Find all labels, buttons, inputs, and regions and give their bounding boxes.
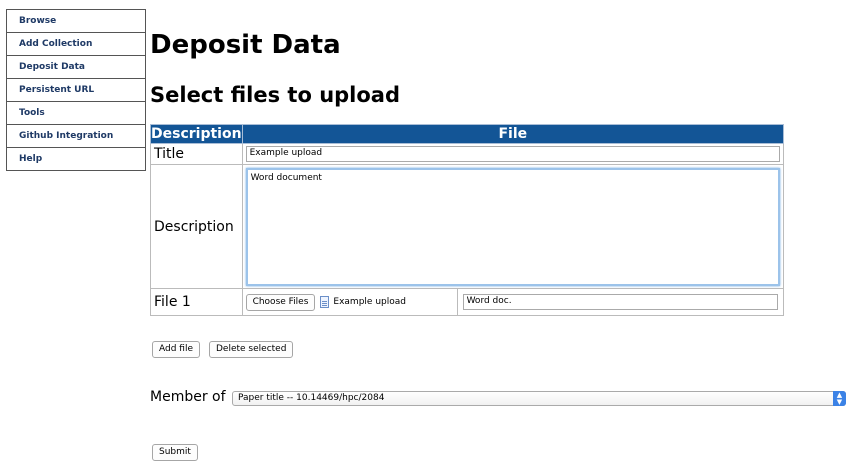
description-textarea[interactable]: Word document (245, 167, 780, 286)
section-title: Select files to upload (150, 83, 401, 107)
member-of-selected-value: Paper title -- 10.14469/hpc/2084 (238, 393, 385, 403)
title-cell: Example upload (241, 143, 785, 165)
sidebar-item-github-integration[interactable]: Github Integration (7, 125, 145, 148)
header-file: File (241, 124, 785, 144)
sidebar-nav: Browse Add Collection Deposit Data Persi… (6, 9, 146, 171)
add-file-button[interactable]: Add file (152, 341, 200, 358)
table-row-description: Description Word document (150, 164, 785, 289)
file-description-input[interactable]: Word doc. (462, 294, 778, 310)
file-row-inner: Choose Files Example upload Word doc. (243, 289, 783, 315)
sidebar-item-tools[interactable]: Tools (7, 102, 145, 125)
table-row-title: Title Example upload (150, 143, 785, 165)
title-input[interactable]: Example upload (245, 146, 780, 162)
description-cell: Word document (241, 164, 785, 289)
table-header-row: Description File (150, 124, 785, 144)
select-arrows-icon: ▲ ▼ (833, 391, 846, 406)
description-label: Description (150, 164, 243, 289)
table-row-file: File 1 Choose Files Example upload Word … (150, 288, 785, 316)
title-label: Title (150, 143, 243, 165)
member-of-select[interactable]: Paper title -- 10.14469/hpc/2084 ▲ ▼ (232, 391, 846, 406)
choose-files-button[interactable]: Choose Files (245, 293, 316, 311)
sidebar-item-help[interactable]: Help (7, 148, 145, 171)
member-of-label: Member of (150, 389, 226, 405)
delete-selected-button[interactable]: Delete selected (209, 341, 294, 358)
file-description-wrap: Word doc. (458, 289, 783, 315)
upload-table: Description File Title Example upload De… (150, 124, 785, 316)
sidebar-item-persistent-url[interactable]: Persistent URL (7, 79, 145, 102)
submit-button[interactable]: Submit (152, 444, 198, 461)
sidebar-item-deposit-data[interactable]: Deposit Data (7, 56, 145, 79)
chosen-file-name: Example upload (333, 297, 406, 307)
file-chooser: Choose Files Example upload (243, 289, 458, 315)
page-title: Deposit Data (150, 30, 341, 60)
document-icon (320, 296, 330, 308)
file-cell: Choose Files Example upload Word doc. (241, 288, 785, 316)
sidebar-item-browse[interactable]: Browse (7, 10, 145, 33)
header-description: Description (150, 124, 243, 144)
file-label: File 1 (150, 288, 243, 316)
sidebar-item-add-collection[interactable]: Add Collection (7, 33, 145, 56)
